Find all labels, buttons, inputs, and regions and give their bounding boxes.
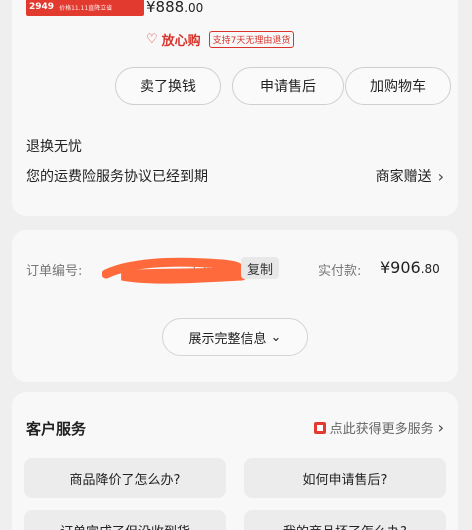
sell-button[interactable]: 卖了换钱: [115, 67, 221, 105]
paid-amount-decimals: .80: [420, 262, 440, 276]
return-policy-badge: 支持7天无理由退货: [208, 31, 295, 48]
assurance-row[interactable]: ♡ 放心购 支持7天无理由退货: [146, 30, 295, 49]
add-to-cart-button[interactable]: 加购物车: [345, 67, 451, 105]
customer-service-card: 客户服务 点此获得更多服务 › 商品降价了怎么办? 如何申请售后? 订单完成了但…: [12, 392, 458, 530]
paid-amount: ¥906.80: [380, 258, 440, 277]
order-number-label: 订单编号:: [26, 264, 83, 279]
faq-price-drop[interactable]: 商品降价了怎么办?: [24, 458, 226, 498]
insurance-expired-note: 您的运费险服务协议已经到期: [26, 169, 208, 185]
copy-button[interactable]: 复制: [241, 257, 280, 279]
order-product-card: 2949 价格11.11直降立省 ¥888.00 ♡ 放心购 支持7天无理由退货…: [12, 0, 458, 216]
aftersale-button[interactable]: 申请售后: [232, 67, 344, 105]
faq-not-received[interactable]: 订单完成了但没收到货: [24, 510, 226, 530]
heart-icon: ♡: [146, 32, 158, 47]
chevron-right-icon: ›: [437, 166, 444, 186]
merchant-gift-link[interactable]: 商家赠送 ›: [376, 166, 444, 186]
assurance-label: 放心购: [161, 34, 201, 49]
customer-service-title: 客户服务: [26, 420, 87, 438]
product-price: ¥888.00: [146, 0, 203, 16]
thumbnail-promo: 价格11.11直降立省: [59, 4, 113, 12]
price-integer: 888: [155, 0, 185, 16]
show-full-info-label: 展示完整信息: [188, 331, 267, 347]
redaction-scribble-icon: [102, 257, 247, 284]
gift-icon: [313, 421, 326, 434]
faq-item-broken[interactable]: 我的商品坏了怎么办?: [244, 510, 446, 530]
thumbnail-price: 2949: [29, 2, 55, 12]
paid-amount-integer: ¥906: [380, 258, 421, 277]
more-services-link[interactable]: 点此获得更多服务 ›: [313, 418, 444, 437]
order-info-card: 订单编号: 1500 复制 实付款: ¥906.80 展示完整信息 ⌄: [12, 230, 458, 382]
order-number-redacted: 1500: [102, 257, 247, 284]
merchant-gift-label: 商家赠送: [375, 169, 432, 185]
product-thumbnail[interactable]: 2949 价格11.11直降立省: [26, 0, 144, 16]
show-full-info-button[interactable]: 展示完整信息 ⌄: [162, 318, 308, 356]
chevron-right-icon: ›: [437, 418, 444, 437]
more-services-label: 点此获得更多服务: [329, 422, 434, 437]
price-symbol: ¥: [146, 0, 156, 16]
paid-label: 实付款:: [318, 264, 362, 279]
returns-title: 退换无忧: [26, 139, 82, 155]
faq-apply-aftersale[interactable]: 如何申请售后?: [244, 458, 446, 498]
chevron-down-icon: ⌄: [270, 329, 282, 345]
price-decimals: .00: [184, 1, 204, 15]
